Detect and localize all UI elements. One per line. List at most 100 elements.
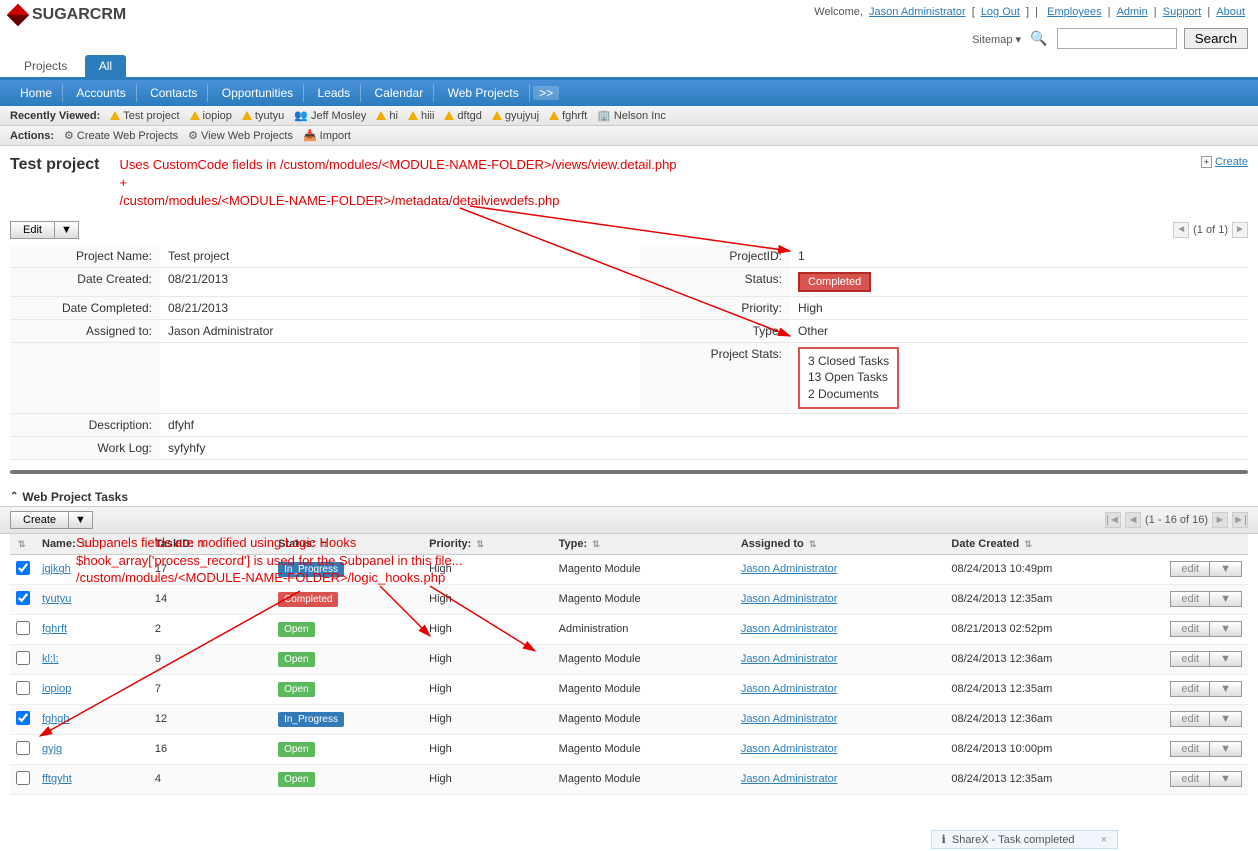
- task-type: Magento Module: [553, 704, 735, 734]
- close-icon[interactable]: ×: [1101, 834, 1107, 846]
- row-checkbox[interactable]: [16, 561, 30, 575]
- row-checkbox[interactable]: [16, 591, 30, 605]
- assigned-link[interactable]: Jason Administrator: [741, 623, 838, 635]
- row-edit-button[interactable]: edit: [1170, 591, 1210, 607]
- row-checkbox[interactable]: [16, 651, 30, 665]
- recent-item[interactable]: gyujyuj: [492, 110, 539, 122]
- edit-button[interactable]: Edit: [10, 221, 55, 239]
- create-link[interactable]: +Create: [1201, 156, 1248, 168]
- assigned-link[interactable]: Jason Administrator: [741, 743, 838, 755]
- nav-leads[interactable]: Leads: [307, 84, 361, 102]
- task-name-link[interactable]: iopiop: [42, 683, 71, 695]
- assigned-link[interactable]: Jason Administrator: [741, 653, 838, 665]
- pager-next[interactable]: ►: [1232, 222, 1248, 238]
- assigned-link[interactable]: Jason Administrator: [741, 773, 838, 785]
- row-edit-dropdown[interactable]: ▼: [1210, 681, 1242, 697]
- task-name-link[interactable]: tyutyu: [42, 593, 71, 605]
- row-edit-button[interactable]: edit: [1170, 621, 1210, 637]
- val-priority: High: [790, 296, 1248, 319]
- sort-icon[interactable]: ⇅: [18, 539, 26, 549]
- row-checkbox[interactable]: [16, 621, 30, 635]
- actions-label: Actions:: [10, 130, 54, 142]
- row-edit-button[interactable]: edit: [1170, 561, 1210, 577]
- recent-item[interactable]: tyutyu: [242, 110, 284, 122]
- recent-item[interactable]: 👥Jeff Mosley: [294, 109, 366, 122]
- top-link-admin[interactable]: Admin: [1117, 6, 1148, 18]
- task-id: 12: [149, 704, 272, 734]
- logout-link[interactable]: Log Out: [981, 6, 1020, 18]
- pager-prev[interactable]: ◄: [1125, 512, 1141, 528]
- search-button[interactable]: Search: [1184, 28, 1248, 49]
- row-edit-button[interactable]: edit: [1170, 681, 1210, 697]
- row-checkbox[interactable]: [16, 711, 30, 725]
- assigned-link[interactable]: Jason Administrator: [741, 713, 838, 725]
- pager-last[interactable]: ►|: [1232, 512, 1248, 528]
- label-desc: Description:: [10, 413, 160, 436]
- row-edit-dropdown[interactable]: ▼: [1210, 591, 1242, 607]
- task-name-link[interactable]: fftgyht: [42, 773, 72, 785]
- assigned-link[interactable]: Jason Administrator: [741, 683, 838, 695]
- assigned-link[interactable]: Jason Administrator: [741, 563, 838, 575]
- status-pill: Open: [278, 652, 314, 667]
- assigned-link[interactable]: Jason Administrator: [741, 593, 838, 605]
- top-link-support[interactable]: Support: [1163, 6, 1202, 18]
- create-task-button[interactable]: Create: [10, 511, 69, 529]
- subpanel-header[interactable]: ⌃ Web Project Tasks: [0, 484, 1258, 506]
- cube-icon: [7, 4, 30, 27]
- row-edit-dropdown[interactable]: ▼: [1210, 771, 1242, 787]
- row-checkbox[interactable]: [16, 681, 30, 695]
- create-task-dropdown[interactable]: ▼: [69, 511, 93, 529]
- col-assigned[interactable]: Assigned to ⇅: [735, 534, 946, 555]
- nav-opportunities[interactable]: Opportunities: [212, 84, 304, 102]
- task-name-link[interactable]: jgjkgh: [42, 563, 71, 575]
- recent-item[interactable]: dftgd: [444, 110, 481, 122]
- row-edit-dropdown[interactable]: ▼: [1210, 741, 1242, 757]
- row-edit-button[interactable]: edit: [1170, 771, 1210, 787]
- nav-web-projects[interactable]: Web Projects: [438, 84, 530, 102]
- top-link-about[interactable]: About: [1216, 6, 1245, 18]
- pager-prev[interactable]: ◄: [1173, 222, 1189, 238]
- label-project-name: Project Name:: [10, 245, 160, 268]
- recent-item[interactable]: iopiop: [190, 110, 232, 122]
- recent-item[interactable]: 🏢Nelson Inc: [597, 109, 666, 122]
- row-checkbox[interactable]: [16, 771, 30, 785]
- nav-contacts[interactable]: Contacts: [140, 84, 208, 102]
- nav-home[interactable]: Home: [10, 84, 63, 102]
- task-name-link[interactable]: fghgh: [42, 713, 70, 725]
- row-edit-dropdown[interactable]: ▼: [1210, 651, 1242, 667]
- task-date: 08/21/2013 02:52pm: [945, 614, 1164, 644]
- user-name-link[interactable]: Jason Administrator: [869, 6, 966, 18]
- action-create[interactable]: ⚙Create Web Projects: [64, 129, 178, 142]
- row-edit-dropdown[interactable]: ▼: [1210, 711, 1242, 727]
- task-name-link[interactable]: gyjg: [42, 743, 62, 755]
- row-edit-dropdown[interactable]: ▼: [1210, 561, 1242, 577]
- row-edit-button[interactable]: edit: [1170, 651, 1210, 667]
- recent-item[interactable]: hi: [376, 110, 398, 122]
- nav-calendar[interactable]: Calendar: [365, 84, 435, 102]
- task-name-link[interactable]: fghrft: [42, 623, 67, 635]
- recent-item[interactable]: Test project: [110, 110, 179, 122]
- tab-all[interactable]: All: [85, 55, 126, 77]
- top-link-employees[interactable]: Employees: [1047, 6, 1101, 18]
- nav-more[interactable]: >>: [533, 86, 559, 100]
- recent-item[interactable]: fghrft: [549, 110, 587, 122]
- search-input[interactable]: [1057, 28, 1177, 49]
- task-name-link[interactable]: kl;l;: [42, 653, 59, 665]
- action-import[interactable]: 📥Import: [303, 129, 351, 142]
- row-edit-dropdown[interactable]: ▼: [1210, 621, 1242, 637]
- row-edit-button[interactable]: edit: [1170, 711, 1210, 727]
- pager-next[interactable]: ►: [1212, 512, 1228, 528]
- pager-first[interactable]: |◄: [1105, 512, 1121, 528]
- row-checkbox[interactable]: [16, 741, 30, 755]
- nav-accounts[interactable]: Accounts: [66, 84, 136, 102]
- tab-projects[interactable]: Projects: [10, 55, 81, 77]
- col-type[interactable]: Type: ⇅: [553, 534, 735, 555]
- table-row: fghgh12In_ProgressHighMagento ModuleJaso…: [10, 704, 1248, 734]
- col-created[interactable]: Date Created ⇅: [945, 534, 1164, 555]
- recent-item[interactable]: hiii: [408, 110, 434, 122]
- sitemap-link[interactable]: Sitemap ▾: [972, 34, 1021, 46]
- row-edit-button[interactable]: edit: [1170, 741, 1210, 757]
- edit-dropdown[interactable]: ▼: [55, 221, 79, 239]
- status-pill: Open: [278, 682, 314, 697]
- action-view[interactable]: ⚙View Web Projects: [188, 129, 293, 142]
